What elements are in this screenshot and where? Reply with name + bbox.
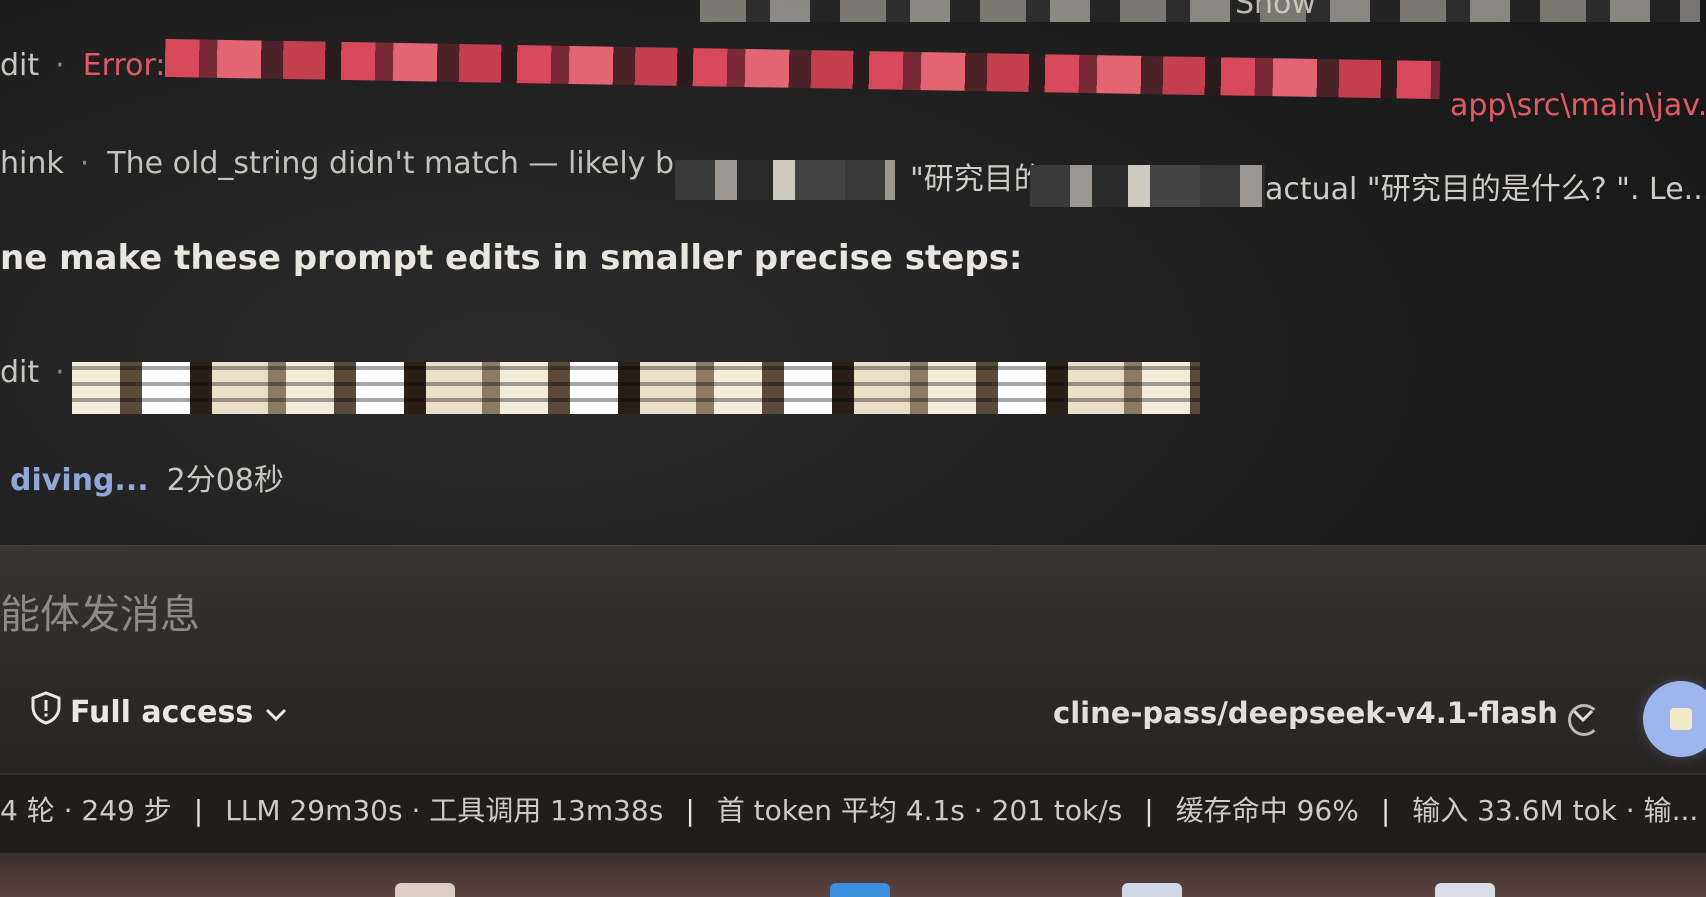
stats-line: 4 轮 · 249 步 | LLM 29m30s · 工具调用 13m38s | 首 t… (0, 789, 1698, 829)
stat-first-token: 首 token 平均 4.1s · 201 tok/s (716, 794, 1123, 827)
os-taskbar (0, 853, 1706, 897)
composer-placeholder[interactable]: 能体发消息 (0, 582, 200, 640)
shield-icon (30, 691, 70, 733)
chevron-down-icon (265, 695, 295, 730)
stop-icon (1670, 708, 1692, 730)
taskbar-app-icon[interactable] (830, 883, 890, 897)
working-spinner-text: diving... (10, 463, 149, 498)
separator-dot: · (79, 146, 90, 181)
think-message: The old_string didn't match — likely b (107, 146, 675, 181)
stat-separator: | (1144, 794, 1154, 827)
conversation-log: Show dit · Error: c app\src\main\jav... hi… (0, 0, 1706, 545)
model-label: cline-pass/deepseek-v4.1-flash (1053, 696, 1558, 730)
model-selector[interactable]: cline-pass/deepseek-v4.1-flash (1053, 696, 1594, 730)
stat-separator: | (685, 794, 695, 827)
log-entry-think[interactable]: hink · The old_string didn't match — likel… (0, 146, 1706, 207)
redacted-think-text-2 (1030, 165, 1265, 207)
session-stats-bar: 4 轮 · 249 步 | LLM 29m30s · 工具调用 13m38s | 首 t… (0, 773, 1706, 855)
stat-input-tokens: 输入 33.6M tok · 输... (1412, 794, 1699, 827)
access-mode-button[interactable]: Full access (30, 691, 295, 733)
redacted-error-text (164, 38, 1441, 100)
entry-kind-label: dit (0, 355, 40, 390)
entry-kind-label: hink (0, 146, 64, 181)
separator-dot: · (55, 48, 65, 83)
error-path: app\src\main\jav... (1450, 88, 1706, 123)
top-partial-text: Show (1235, 0, 1316, 21)
stat-turns-steps: 4 轮 · 249 步 (0, 794, 172, 827)
separator-dot: · (55, 355, 65, 390)
think-quoted-text: "研究目的 (910, 162, 1044, 197)
access-mode-label: Full access (70, 694, 254, 730)
entry-kind-label: dit (0, 48, 40, 83)
working-status: diving... 2分08秒 (0, 455, 284, 499)
stat-cache-hit: 缓存命中 96% (1175, 794, 1359, 827)
message-composer[interactable]: 能体发消息 Full access cline-pass/deepseek-v4… (0, 545, 1706, 774)
log-entry-edit-error[interactable]: dit · Error: c app\src\main\jav... (0, 48, 1706, 123)
redacted-edit-path (72, 362, 1200, 414)
stat-separator: | (1380, 794, 1391, 827)
redacted-top-strip (700, 0, 1700, 22)
stat-separator: | (193, 794, 204, 827)
stop-button[interactable] (1643, 681, 1706, 757)
context-usage-ring-icon[interactable] (1568, 704, 1600, 736)
taskbar-app-icon[interactable] (1122, 883, 1182, 897)
think-actual-text: actual "研究目的是什么? ". Le... (1265, 172, 1706, 207)
log-entry-edit[interactable]: dit · (0, 355, 83, 390)
app-screen: Show dit · Error: c app\src\main\jav... hi… (0, 0, 1706, 897)
taskbar-app-icon[interactable] (1435, 883, 1495, 897)
elapsed-time: 2分08秒 (166, 463, 284, 498)
taskbar-app-icon[interactable] (395, 883, 455, 897)
redacted-think-text-1 (675, 160, 895, 200)
assistant-plan-text: ne make these prompt edits in smaller pr… (0, 238, 1023, 278)
stat-llm-tools: LLM 29m30s · 工具调用 13m38s (225, 794, 664, 827)
